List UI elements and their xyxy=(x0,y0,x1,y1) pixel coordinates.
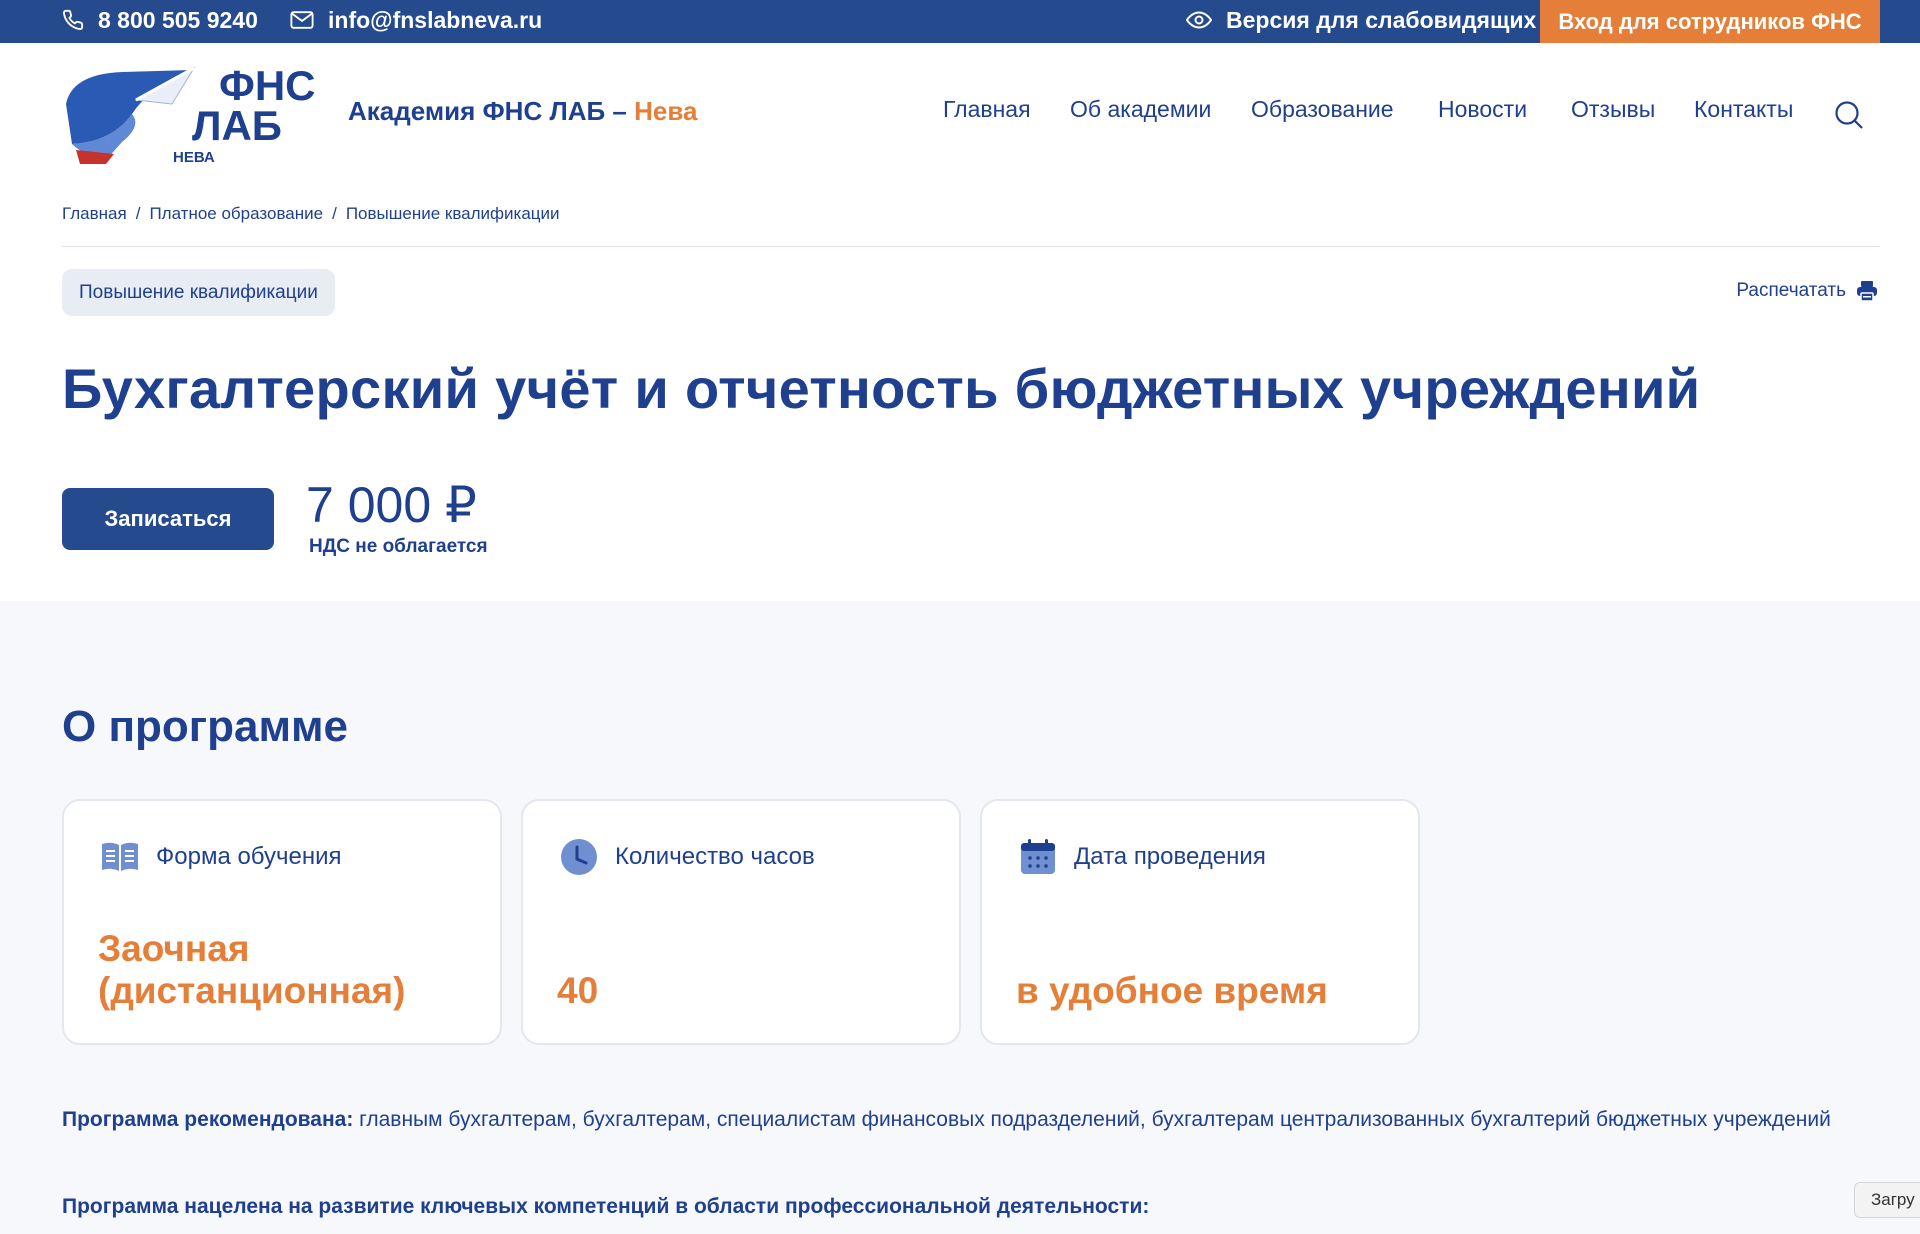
printer-icon xyxy=(1856,280,1878,302)
breadcrumb-separator: / xyxy=(332,204,337,223)
info-card-hours: Количество часов 40 xyxy=(521,799,961,1045)
category-tag[interactable]: Повышение квалификации xyxy=(62,269,335,316)
phone-link[interactable]: 8 800 505 9240 xyxy=(62,0,258,40)
card-label: Дата проведения xyxy=(1074,843,1266,870)
top-bar: 8 800 505 9240 info@fnslabneva.ru Версия… xyxy=(0,0,1920,43)
nav-item-home[interactable]: Главная xyxy=(943,96,1031,123)
calendar-icon xyxy=(1018,837,1058,877)
breadcrumb-separator: / xyxy=(135,204,141,223)
accessibility-version-label: Версия для слабовидящих xyxy=(1226,6,1537,33)
card-label: Форма обучения xyxy=(156,843,342,870)
info-card-study-form: Форма обучения Заочная (дистанционная) xyxy=(62,799,502,1045)
info-card-date: Дата проведения в удобное время xyxy=(980,799,1420,1045)
vat-note: НДС не облагается xyxy=(309,536,488,557)
nav-item-news[interactable]: Новости xyxy=(1438,96,1527,123)
logo-text-neva: НЕВА xyxy=(173,149,215,166)
aimed-label: Программа нацелена на развитие ключевых … xyxy=(62,1195,1150,1218)
mail-icon xyxy=(290,10,314,30)
print-button[interactable]: Распечатать xyxy=(1736,280,1878,302)
page-title: Бухгалтерский учёт и отчетность бюджетны… xyxy=(62,357,1701,420)
recommended-label: Программа рекомендована: xyxy=(62,1108,354,1131)
phone-icon xyxy=(62,9,84,31)
breadcrumb: Главная / Платное образование / Повышени… xyxy=(62,204,560,224)
academy-name-main: Академия ФНС ЛАБ – xyxy=(348,96,635,126)
card-value: Заочная (дистанционная) xyxy=(98,928,405,1013)
price: 7 000 ₽ xyxy=(306,477,477,533)
breadcrumb-item-current: Повышение квалификации xyxy=(345,204,560,223)
breadcrumb-divider xyxy=(62,246,1880,247)
breadcrumb-item-home[interactable]: Главная xyxy=(62,204,127,224)
staff-login-button[interactable]: Вход для сотрудников ФНС xyxy=(1540,0,1880,43)
eye-icon xyxy=(1186,10,1212,30)
site-logo[interactable]: ФНС ЛАБ НЕВА xyxy=(62,62,324,174)
card-value: 40 xyxy=(557,970,599,1012)
nav-item-reviews[interactable]: Отзывы xyxy=(1571,96,1655,123)
accessibility-version-link[interactable]: Версия для слабовидящих xyxy=(1186,0,1536,40)
academy-name: Академия ФНС ЛАБ – Нева xyxy=(348,96,697,127)
nav-item-contacts[interactable]: Контакты xyxy=(1694,96,1793,123)
recommended-paragraph: Программа рекомендована: главным бухгалт… xyxy=(62,1104,1882,1137)
card-label: Количество часов xyxy=(615,843,815,870)
nav-item-about[interactable]: Об академии xyxy=(1070,96,1211,123)
email-link[interactable]: info@fnslabneva.ru xyxy=(290,0,542,40)
loading-indicator: Загру xyxy=(1854,1182,1920,1218)
aimed-paragraph: Программа нацелена на развитие ключевых … xyxy=(62,1191,1882,1224)
breadcrumb-item-paid-education[interactable]: Платное образование xyxy=(149,204,323,224)
print-label: Распечатать xyxy=(1736,280,1846,301)
enroll-button[interactable]: Записаться xyxy=(62,488,274,550)
academy-name-accent: Нева xyxy=(634,96,698,126)
phone-number: 8 800 505 9240 xyxy=(98,6,258,33)
search-icon[interactable] xyxy=(1834,100,1864,135)
book-icon xyxy=(100,837,140,877)
card-value-line1: Заочная xyxy=(98,927,250,969)
nav-item-education[interactable]: Образование xyxy=(1251,96,1394,123)
card-value: в удобное время xyxy=(1016,970,1328,1012)
about-section-title: О программе xyxy=(62,702,349,751)
logo-text-lab: ЛАБ xyxy=(192,102,282,149)
email-address: info@fnslabneva.ru xyxy=(328,6,543,33)
card-value-line2: (дистанционная) xyxy=(98,970,406,1012)
recommended-text: главным бухгалтерам, бухгалтерам, специа… xyxy=(353,1108,1831,1131)
clock-icon xyxy=(559,837,599,877)
